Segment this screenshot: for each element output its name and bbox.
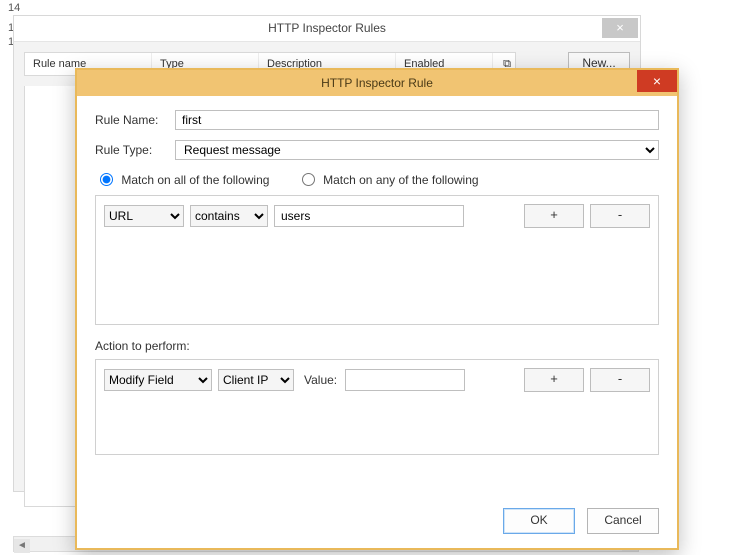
match-mode-group: Match on all of the following Match on a… [95,170,659,187]
rules-window-title: HTTP Inspector Rules [268,21,386,35]
rule-name-label: Rule Name: [95,113,175,127]
rule-type-label: Rule Type: [95,143,175,157]
rule-dialog-titlebar[interactable]: HTTP Inspector Rule × [77,70,677,96]
action-field-select[interactable]: Client IP [218,369,294,391]
ok-button[interactable]: OK [503,508,575,534]
match-all-label: Match on all of the following [121,173,269,187]
scroll-left-icon[interactable]: ◄ [14,539,30,553]
remove-action-button[interactable]: - [590,368,650,392]
rule-type-select[interactable]: Request message [175,140,659,160]
close-icon[interactable]: × [637,70,677,92]
add-action-button[interactable]: + [524,368,584,392]
cancel-button[interactable]: Cancel [587,508,659,534]
action-row: Modify Field Client IP Value: + - [104,368,650,392]
actions-box: Modify Field Client IP Value: + - [95,359,659,455]
background-clutter: 14 [8,2,40,14]
match-any-radio[interactable]: Match on any of the following [297,173,479,187]
match-any-label: Match on any of the following [323,173,478,187]
rule-dialog-title: HTTP Inspector Rule [321,76,433,90]
action-select[interactable]: Modify Field [104,369,212,391]
dialog-button-bar: OK Cancel [503,508,659,534]
close-icon[interactable]: × [602,18,638,38]
rule-name-input[interactable] [175,110,659,130]
condition-value-input[interactable] [274,205,464,227]
match-any-radio-input[interactable] [302,173,315,186]
match-all-radio-input[interactable] [100,173,113,186]
match-all-radio[interactable]: Match on all of the following [95,173,273,187]
add-condition-button[interactable]: + [524,204,584,228]
condition-field-select[interactable]: URL [104,205,184,227]
condition-operator-select[interactable]: contains [190,205,268,227]
rule-dialog: HTTP Inspector Rule × Rule Name: Rule Ty… [75,68,679,550]
action-value-input[interactable] [345,369,465,391]
conditions-box: URL contains + - [95,195,659,325]
remove-condition-button[interactable]: - [590,204,650,228]
action-value-label: Value: [304,373,337,387]
condition-row: URL contains + - [104,204,650,228]
rules-window-titlebar[interactable]: HTTP Inspector Rules × [14,16,640,42]
action-section-label: Action to perform: [95,339,659,353]
